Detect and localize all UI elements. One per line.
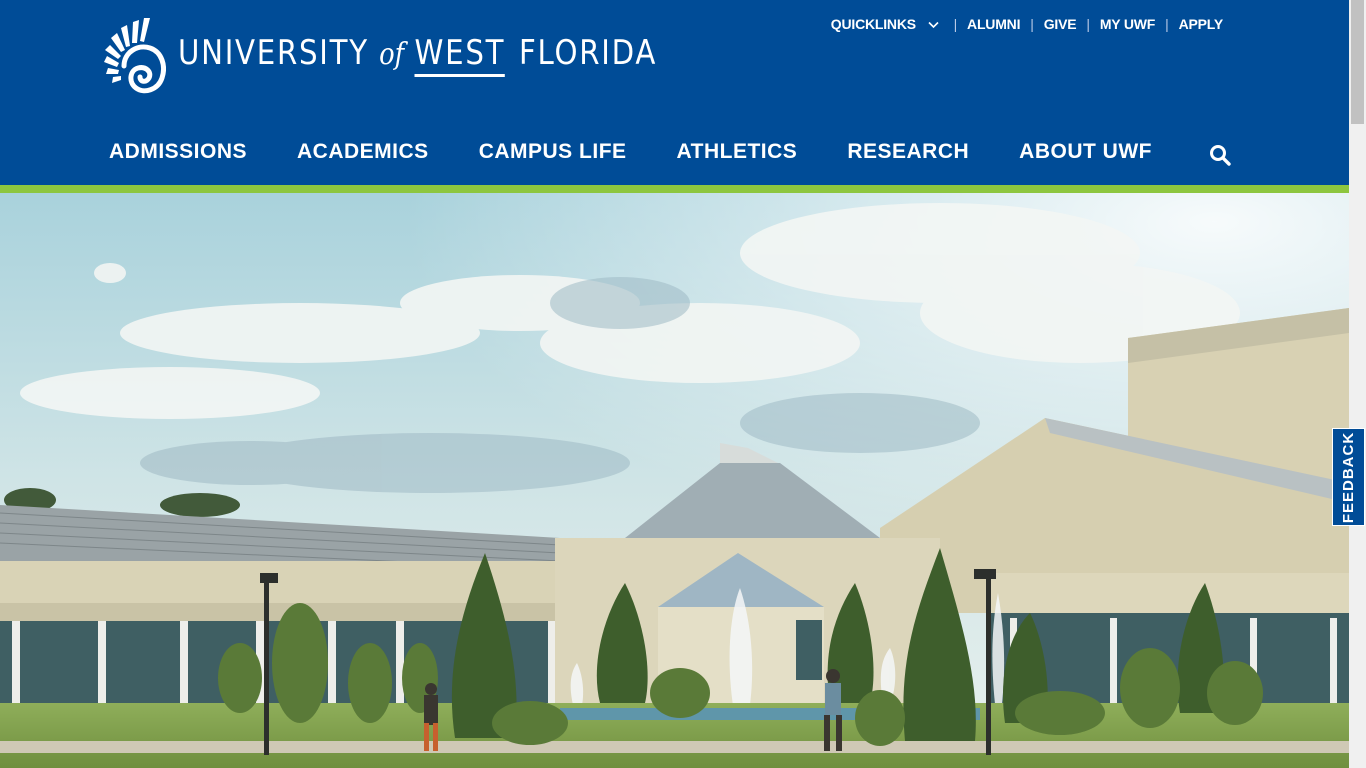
separator: | xyxy=(1086,16,1090,32)
logo-word-of: of xyxy=(379,37,405,72)
separator: | xyxy=(1030,16,1034,32)
apply-link[interactable]: APPLY xyxy=(1179,16,1224,32)
quicklinks-label: QUICKLINKS xyxy=(830,16,916,32)
nav-athletics[interactable]: ATHLETICS xyxy=(677,140,798,164)
logo-word-florida: FLORIDA xyxy=(518,33,658,73)
nautilus-shell-icon xyxy=(104,18,166,94)
nav-research[interactable]: RESEARCH xyxy=(847,140,969,164)
my-uwf-link[interactable]: MY UWF xyxy=(1100,16,1156,32)
logo-word-university: UNIVERSITY xyxy=(178,33,369,73)
alumni-link[interactable]: ALUMNI xyxy=(967,16,1020,32)
nav-admissions[interactable]: ADMISSIONS xyxy=(109,140,247,164)
main-nav: ADMISSIONS ACADEMICS CAMPUS LIFE ATHLETI… xyxy=(109,140,1152,164)
logo-wordmark: UNIVERSITY of WEST FLORIDA xyxy=(178,33,657,77)
feedback-button[interactable]: FEEDBACK xyxy=(1332,428,1365,526)
feedback-label: FEEDBACK xyxy=(1340,431,1357,523)
search-icon[interactable] xyxy=(1209,144,1231,166)
accent-stripe xyxy=(0,185,1349,193)
nav-academics[interactable]: ACADEMICS xyxy=(297,140,429,164)
chevron-down-icon xyxy=(928,21,939,29)
give-link[interactable]: GIVE xyxy=(1044,16,1077,32)
scrollbar-thumb[interactable] xyxy=(1351,0,1364,124)
logo-word-west: WEST xyxy=(414,33,506,77)
nav-about-uwf[interactable]: ABOUT UWF xyxy=(1019,140,1152,164)
hero-image xyxy=(0,193,1349,768)
university-logo[interactable]: UNIVERSITY of WEST FLORIDA xyxy=(104,16,735,94)
nav-campus-life[interactable]: CAMPUS LIFE xyxy=(479,140,627,164)
separator: | xyxy=(953,16,958,32)
utility-nav: QUICKLINKS | ALUMNI | GIVE | MY UWF | AP… xyxy=(831,16,1223,32)
campus-photo xyxy=(0,193,1349,768)
separator: | xyxy=(1165,16,1169,32)
quicklinks-menu[interactable]: QUICKLINKS xyxy=(831,16,944,32)
